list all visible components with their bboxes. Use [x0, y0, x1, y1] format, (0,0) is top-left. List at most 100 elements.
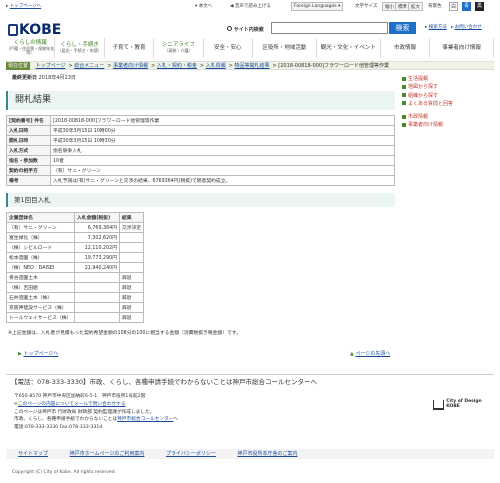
kobe-logo[interactable]: KOBE — [8, 22, 61, 38]
column-header: 入札金額(税抜) — [74, 212, 120, 223]
table-row: （株）吉田組 辞退 — [6, 282, 145, 293]
table-row: 指名・参加数 10者 — [6, 155, 395, 166]
top-utility-bar: ▸ トップページへ ▾ 本文へ ◀ 音声で読み上げる Foreign Langu… — [0, 0, 500, 13]
bid-result — [118, 262, 145, 273]
breadcrumb: 現在位置 トップページ > 総合メニュー > 事業者向け情報 > 入札・契約・税金 > … — [6, 61, 494, 70]
skip-to-content-link[interactable]: ▾ 本文へ — [195, 3, 212, 9]
search-button[interactable]: 検索 — [389, 22, 416, 34]
last-updated: 最終更新日 2018年4月13日 — [12, 75, 76, 81]
bullet-icon — [402, 84, 406, 89]
tel-text: 電話:078-333-3330 Fax:078-333-3314 — [14, 425, 103, 431]
footer-link-city-hall[interactable]: 神戸市役所本庁舎のご案内 — [237, 451, 297, 457]
breadcrumb-item[interactable]: 入札情報 — [206, 63, 226, 69]
row-label: 備考 — [6, 175, 51, 186]
footer-link-privacy[interactable]: プライバシーポリシー — [166, 451, 216, 457]
search-input[interactable] — [271, 22, 388, 34]
text-size-enlarge-button[interactable]: 拡大 — [408, 2, 423, 11]
bid-result: 辞退 — [118, 272, 145, 283]
table-row: （株）NEO DAISEI 21,940,240円 — [6, 262, 145, 273]
breadcrumb-item[interactable]: 物品等開札結果 — [234, 63, 269, 69]
table-row: 契約の相手方 （有）サニ・グリーン — [6, 165, 395, 176]
bid-result — [118, 242, 145, 253]
breadcrumb-item[interactable]: 入札・契約・税金 — [157, 63, 197, 69]
bid-amount: 19,773,290円 — [74, 252, 120, 263]
bid-result: 交渉決定 — [118, 222, 145, 233]
arrow-up-icon: ▲ — [350, 351, 354, 357]
language-select[interactable]: Foreign Languages ▾ — [291, 2, 344, 11]
row-value: 指名競争入札 — [50, 145, 395, 156]
bg-white-button[interactable]: 白 — [449, 2, 458, 11]
call-center-banner: 【電話：078-333-3330】市政、くらし、各種申請手続でわからないことは神… — [6, 374, 494, 388]
sidebar-item-business[interactable]: 事業者向け情報 — [402, 121, 494, 129]
section-title: 第1回目入札 — [6, 193, 395, 207]
row-label: 入札方式 — [6, 145, 51, 156]
bid-amount: 7,302,620円 — [74, 232, 120, 243]
nav-procedures[interactable]: くらし・手続き （届出・手続き・申請） — [55, 38, 105, 58]
nav-senior-life[interactable]: シニアライフ （高齢・介護） — [154, 38, 204, 58]
sidebar-item-faq[interactable]: よくある質問と回答 — [402, 100, 494, 108]
row-label: 開札日時 — [6, 135, 51, 146]
breadcrumb-here-label: 現在位置 — [6, 62, 31, 70]
nav-life-info[interactable]: くらしの情報 （戸籍・住民票・保険年金等） — [6, 38, 56, 58]
table-row: 京阪神建設サービス（株） 辞退 — [6, 302, 145, 313]
page-title: 開札結果 — [6, 91, 395, 110]
bg-blue-button[interactable]: 青 — [462, 2, 471, 11]
nav-safety[interactable]: 安全・安心 — [203, 38, 253, 58]
footer-links: サイトマップ 神戸市ホームページのご利用案内 プライバシーポリシー 神戸市役所本… — [6, 449, 494, 459]
unesco-icon — [433, 400, 445, 410]
nav-business-info[interactable]: 事業者向け情報 — [430, 38, 495, 58]
footer-link-guide[interactable]: 神戸市ホームページのご利用案内 — [70, 451, 145, 457]
arrow-right-icon: ▶ — [18, 351, 22, 357]
voice-read-link[interactable]: ◀ 音声で読み上げる — [230, 3, 271, 9]
sidebar-item-map[interactable]: 地図から探す — [402, 83, 494, 91]
bidder-name: （株）シビルロード — [6, 242, 75, 253]
sidebar-item-life[interactable]: 生活提報 — [402, 75, 494, 83]
table-row: 青谷造園土木 辞退 — [6, 272, 145, 283]
breadcrumb-item[interactable]: 総合メニュー — [74, 63, 104, 69]
bidder-name: トールウェイサービス（株） — [6, 312, 75, 323]
table-row: トールウェイサービス（株） 辞退 — [6, 312, 145, 323]
column-header: 企業団体名 — [6, 212, 75, 223]
footer-link-sitemap[interactable]: サイトマップ — [18, 451, 48, 457]
contact-link[interactable]: ▸ お問い合わせ — [451, 24, 482, 30]
bidder-name: （有）サニ・グリーン — [6, 222, 75, 233]
table-row: 開札日時 平成30年3月15日 10時30分 — [6, 135, 395, 146]
dept-text: このページは神戸市 行財政局 財政部 契約監理課が作成しました。 — [14, 409, 155, 415]
table-row: 入札方式 指名競争入札 — [6, 145, 395, 156]
sidebar-item-city-info[interactable]: 市政情報 — [402, 113, 494, 121]
table-row: [契約番号] 件名 [2018-00818-000]フラワーロード他管理等作業 — [6, 115, 395, 126]
unesco-city-of-design-logo: City of Design KOBE — [433, 399, 493, 410]
table-row: （株）シビルロード 12,110,202円 — [6, 242, 145, 253]
address-text: 〒650-8570 神戸市中央区加納町6-5-1 神戸市役所1号館2階 — [14, 394, 146, 399]
nav-city-info[interactable]: 市政情報 — [380, 38, 431, 58]
top-page-link[interactable]: ▸ トップページへ — [6, 3, 41, 9]
bid-amount — [74, 302, 120, 313]
bid-result — [118, 232, 145, 243]
copyright: Copyright (C) City of Kobe. All rights r… — [12, 470, 117, 475]
table-row: 石井造園土木（株） 辞退 — [6, 292, 145, 303]
page-top-link[interactable]: ▶ トップページへ — [18, 350, 58, 357]
nav-ward-office[interactable]: 区役所・地域活動 — [252, 38, 317, 58]
text-size-label: 文字サイズ — [355, 4, 378, 9]
nav-tourism-culture[interactable]: 観光・文化・イベント — [316, 38, 381, 58]
breadcrumb-item[interactable]: トップページ — [36, 63, 66, 69]
back-to-top-link[interactable]: ▲ ページの先頭へ — [350, 350, 390, 357]
bg-black-button[interactable]: 黒 — [475, 2, 484, 11]
search-help-link[interactable]: ▸ 検索方法 — [425, 24, 447, 30]
contract-info-table: [契約番号] 件名 [2018-00818-000]フラワーロード他管理等作業 入… — [6, 115, 395, 186]
sidebar-item-org[interactable]: 組織から探す — [402, 92, 494, 100]
row-value: 平成30年3月15日 10時30分 — [50, 135, 395, 146]
bidder-name: 富生緑化（株） — [6, 232, 75, 243]
bidder-name: 松本造園（株） — [6, 252, 75, 263]
call-center-link[interactable]: 神戸市総合コールセンター — [117, 417, 173, 422]
table-row: 入札日時 平成30年3月15日 10時00分 — [6, 125, 395, 136]
breadcrumb-item[interactable]: 事業者向け情報 — [113, 63, 148, 69]
bid-result: 辞退 — [118, 292, 145, 303]
bid-result: 辞退 — [118, 282, 145, 293]
nav-childcare-education[interactable]: 子育て・教育 — [104, 38, 155, 58]
bidder-name: 石井造園土木（株） — [6, 292, 75, 303]
row-value: 平成30年3月15日 10時00分 — [50, 125, 395, 136]
bullet-icon — [402, 101, 406, 106]
row-value: 入札予調は(有)サニ・グリーンと交渉の結果、6769364円(税抜)で随意契約成… — [50, 175, 395, 186]
inquiry-link[interactable]: ✉このページの内容についてメールで問い合わせする — [14, 401, 178, 409]
